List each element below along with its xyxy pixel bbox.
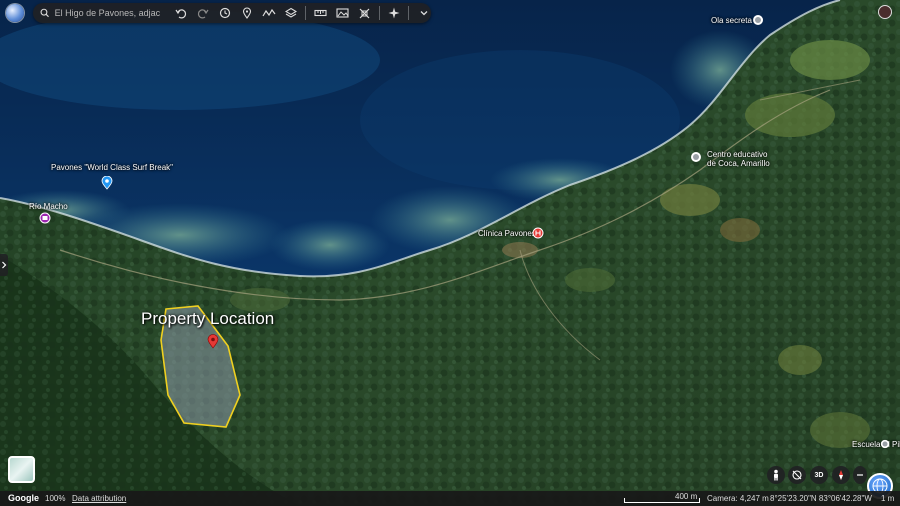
property-pin-icon[interactable] [207,334,219,349]
ai-button[interactable] [386,4,401,22]
label-property-location[interactable]: Property Location [141,309,274,329]
zoom-out-button[interactable] [853,466,867,484]
toggle-3d-button[interactable]: 3D [810,466,828,484]
rotate-button[interactable] [788,466,806,484]
surf-break-place-icon[interactable] [101,176,113,190]
elevation-readout: 1 m [881,494,895,503]
undo-icon [175,9,187,19]
map-style-thumbnail[interactable] [8,456,35,483]
photos-button[interactable] [335,4,350,22]
camera-altitude: Camera: 4,247 m [707,494,769,503]
coordinates-readout: 8°25'23.20"N 83°06'42.28"W [770,494,872,503]
scale-bar [624,498,700,503]
school-place-icon[interactable] [690,151,702,163]
search-input[interactable] [50,5,167,21]
escuela-place-icon[interactable] [880,439,890,449]
chevron-right-icon [2,261,7,269]
label-clinica-pavones[interactable]: Clínica Pavones [478,229,536,238]
minus-icon [857,474,863,476]
layers-button[interactable] [283,4,298,22]
history-button[interactable] [217,4,232,22]
projects-icon [359,8,370,18]
photo-icon [336,8,349,18]
status-bar: Google 100% Data attribution 400 m Camer… [0,491,900,506]
zoom-level: 100% [45,494,66,503]
toolbar-divider [378,6,380,20]
map-app: Ola secreta Pavones "World Class Surf Br… [0,0,900,506]
toolbar-divider [305,6,306,20]
chevron-down-icon [420,11,428,16]
label-escuela-el-pilon[interactable]: Escuela El Pilón [852,440,900,449]
satellite-map[interactable] [0,0,900,506]
rotate-icon [792,470,802,480]
undo-button[interactable] [174,4,189,22]
layers-icon [284,7,297,18]
earth-logo-icon[interactable] [6,4,24,22]
label-surf-break[interactable]: Pavones "World Class Surf Break" [51,163,173,172]
account-avatar[interactable] [878,5,892,19]
path-button[interactable] [261,4,276,22]
label-centro-educativo-1[interactable]: Centro educativo [707,150,767,159]
toolbar-divider [408,6,410,20]
sparkle-icon [388,7,400,19]
search-icon [40,8,49,18]
label-ola-secreta[interactable]: Ola secreta [711,16,752,25]
measure-button[interactable] [313,4,328,22]
label-centro-educativo-2[interactable]: de Coca, Amarillo [707,159,770,168]
placemark-button[interactable] [239,4,254,22]
label-rio-macho[interactable]: Río Macho [29,202,68,211]
history-icon [219,7,230,19]
pin-icon [242,7,251,19]
compass-needle-icon [839,470,843,480]
expand-panel-button[interactable] [0,254,8,276]
ruler-icon [314,9,327,17]
compass-north-button[interactable] [832,466,850,484]
pegman-icon [774,469,778,481]
clinic-place-icon[interactable] [532,227,544,239]
google-logo: Google [8,493,39,503]
rio-macho-place-icon[interactable] [39,212,51,224]
street-view-button[interactable] [767,466,785,484]
ola-secreta-place-icon[interactable] [752,14,764,26]
redo-icon [197,9,209,19]
projects-button[interactable] [357,4,372,22]
redo-button[interactable] [196,4,211,22]
top-toolbar [33,3,431,23]
more-menu-button[interactable] [416,4,431,22]
path-icon [262,8,276,17]
data-attribution-link[interactable]: Data attribution [72,494,126,503]
